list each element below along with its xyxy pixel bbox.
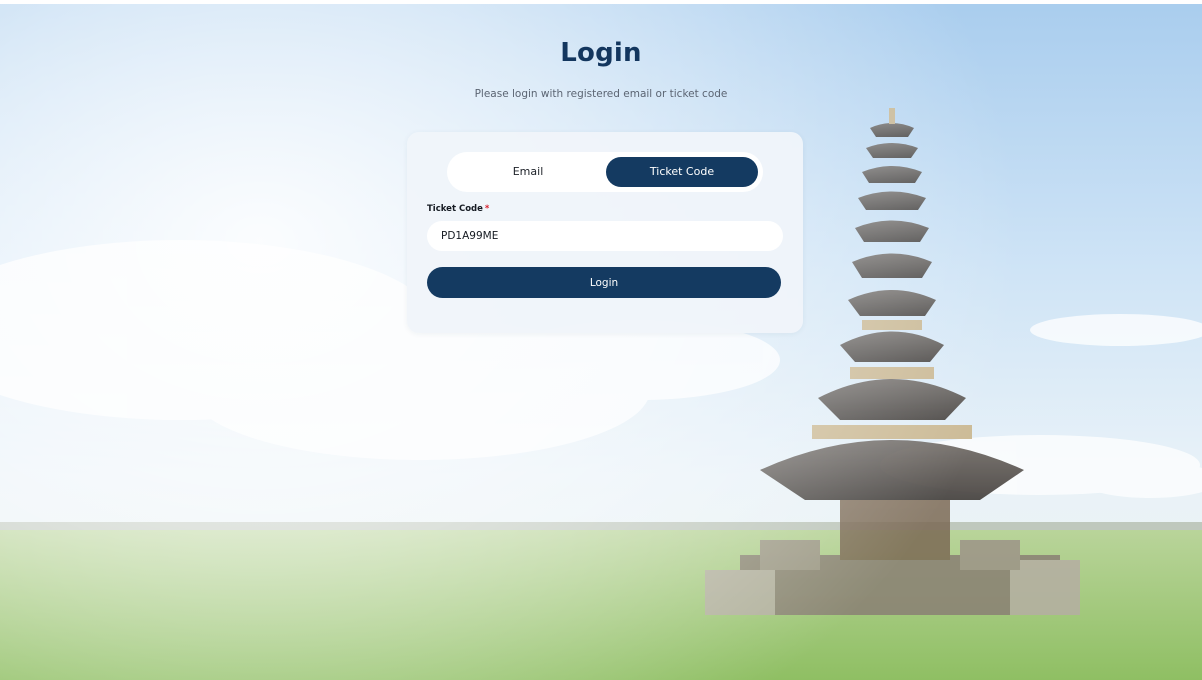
ticket-code-input[interactable] xyxy=(427,221,783,251)
login-card: Email Ticket Code Ticket Code* Login xyxy=(407,132,803,333)
tab-ticket-code[interactable]: Ticket Code xyxy=(606,157,758,187)
background-scene xyxy=(0,0,1202,680)
page-subtitle: Please login with registered email or ti… xyxy=(474,88,728,100)
login-button[interactable]: Login xyxy=(427,267,781,298)
tab-email[interactable]: Email xyxy=(452,157,604,187)
login-mode-switch: Email Ticket Code xyxy=(447,152,763,192)
page-title: Login xyxy=(560,38,642,68)
top-border xyxy=(0,0,1202,4)
temple-rice-field-illustration xyxy=(0,108,1202,680)
ticket-code-label-text: Ticket Code xyxy=(427,204,483,214)
required-marker: * xyxy=(484,204,490,214)
ticket-code-label: Ticket Code * xyxy=(427,204,489,214)
